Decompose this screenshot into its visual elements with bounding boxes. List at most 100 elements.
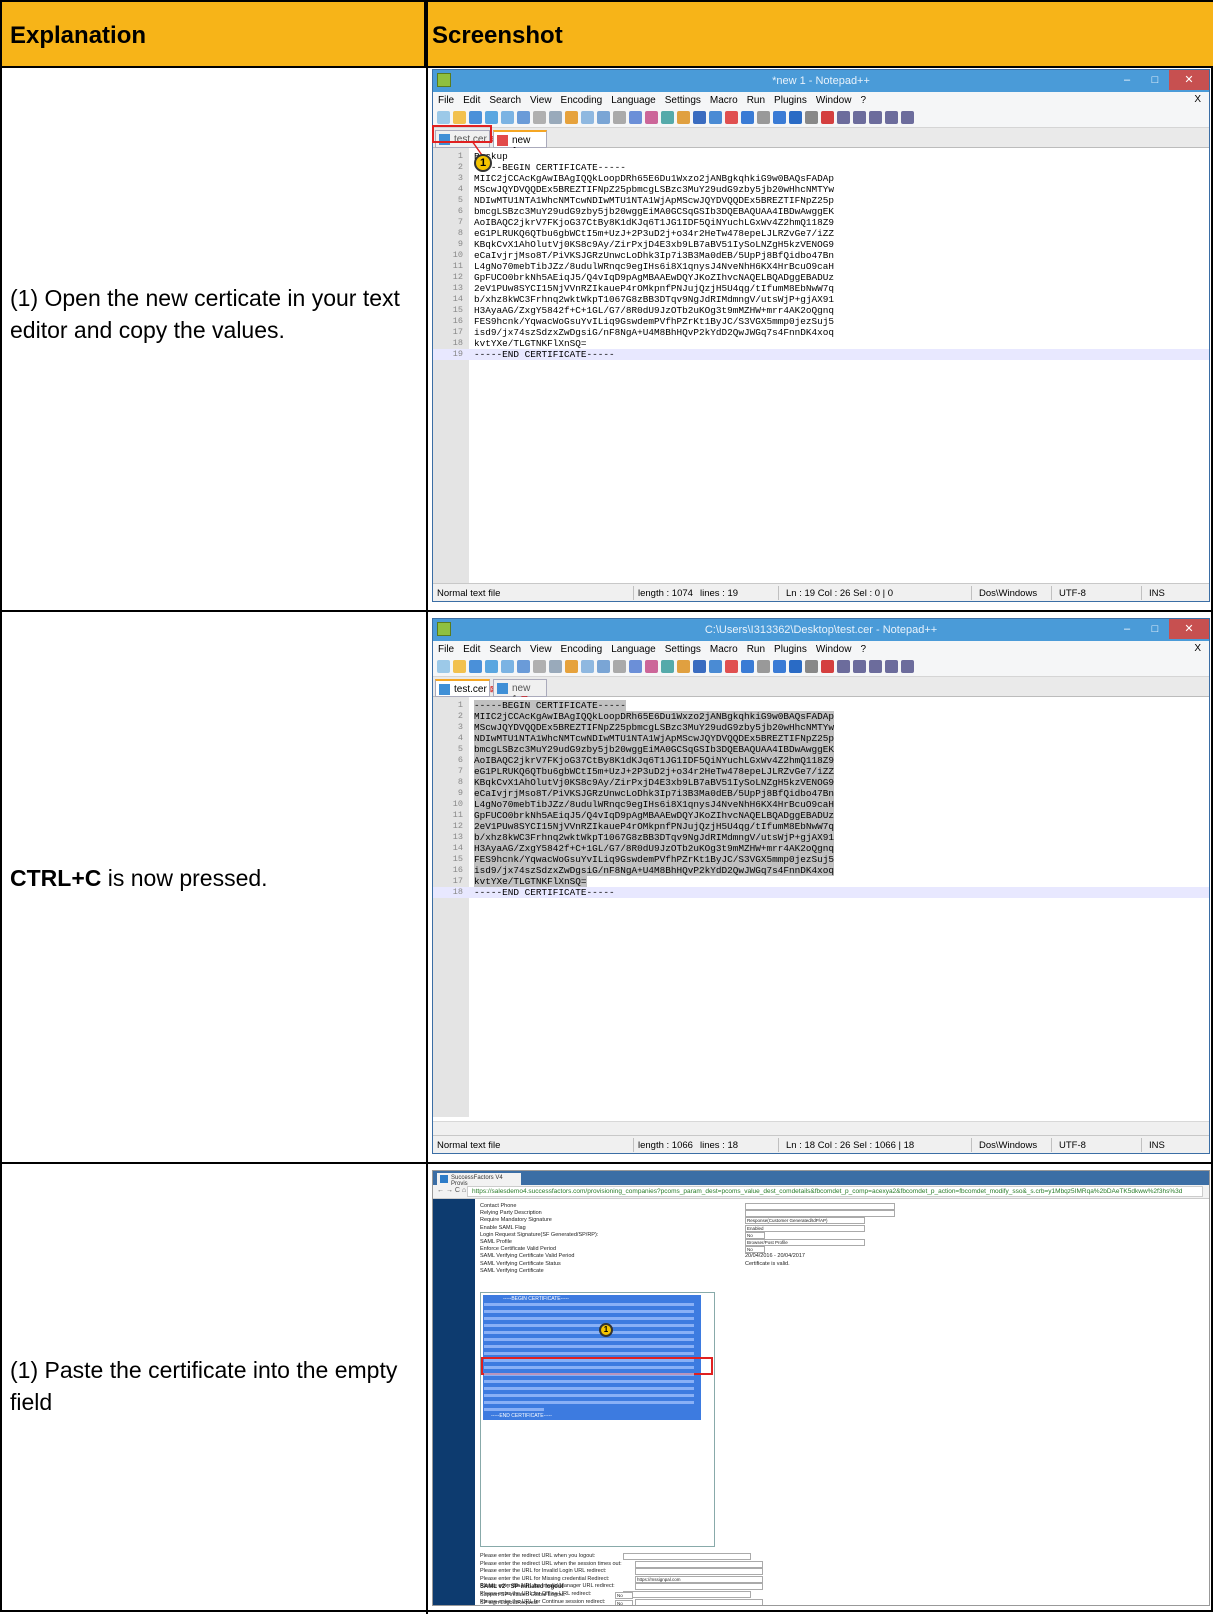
toolbar-button-icon[interactable] (549, 111, 562, 124)
menu-window[interactable]: Window (816, 95, 852, 106)
menu-settings[interactable]: Settings (665, 95, 701, 106)
toolbar-button-icon[interactable] (517, 111, 530, 124)
toolbar-button-icon[interactable] (885, 111, 898, 124)
toolbar-button-icon[interactable] (837, 111, 850, 124)
menu-help[interactable]: ? (860, 644, 866, 655)
toolbar-button-icon[interactable] (741, 111, 754, 124)
redirect-url-input[interactable] (623, 1553, 751, 1560)
toolbar-button-icon[interactable] (581, 111, 594, 124)
menu-view[interactable]: View (530, 95, 552, 106)
toolbar-button-icon[interactable] (757, 660, 770, 673)
toolbar-button-icon[interactable] (533, 660, 546, 673)
toolbar-button-icon[interactable] (821, 111, 834, 124)
menu-window[interactable]: Window (816, 644, 852, 655)
toolbar-button-icon[interactable] (805, 111, 818, 124)
close-document-button[interactable]: X (1194, 643, 1201, 654)
menu-macro[interactable]: Macro (710, 95, 738, 106)
toolbar-button-icon[interactable] (725, 660, 738, 673)
menu-language[interactable]: Language (611, 644, 656, 655)
menu-plugins[interactable]: Plugins (774, 644, 807, 655)
toolbar-button-icon[interactable] (789, 660, 802, 673)
redirect-url-input[interactable] (635, 1598, 763, 1605)
toolbar-button-icon[interactable] (645, 111, 658, 124)
menu-view[interactable]: View (530, 644, 552, 655)
tab-new-1[interactable]: new 1⊠ (493, 679, 547, 705)
minimize-button[interactable]: – (1113, 619, 1141, 639)
form-field-input[interactable] (745, 1210, 895, 1218)
form-field-select[interactable]: Response(Customer Generated/IdP/AP) (745, 1217, 865, 1225)
redirect-url-input[interactable] (623, 1591, 751, 1598)
toolbar-button-icon[interactable] (501, 660, 514, 673)
menu-settings[interactable]: Settings (665, 644, 701, 655)
toolbar-button-icon[interactable] (773, 111, 786, 124)
toolbar-button-icon[interactable] (661, 111, 674, 124)
menu-macro[interactable]: Macro (710, 644, 738, 655)
redirect-url-input[interactable] (635, 1568, 763, 1576)
menu-run[interactable]: Run (747, 95, 765, 106)
tab-new-1[interactable]: new 1⊠ (493, 130, 547, 157)
menu-encoding[interactable]: Encoding (561, 95, 603, 106)
form-field-select[interactable]: No (745, 1246, 765, 1254)
toolbar-button-icon[interactable] (469, 660, 482, 673)
toolbar-button-icon[interactable] (709, 111, 722, 124)
menu-edit[interactable]: Edit (463, 644, 480, 655)
toolbar-button-icon[interactable] (565, 111, 578, 124)
toolbar-button-icon[interactable] (485, 111, 498, 124)
menu-edit[interactable]: Edit (463, 95, 480, 106)
maximize-button[interactable]: □ (1141, 70, 1169, 90)
toolbar-button-icon[interactable] (565, 660, 578, 673)
menu-search[interactable]: Search (489, 95, 521, 106)
toolbar-button-icon[interactable] (533, 111, 546, 124)
browser-tab[interactable]: SuccessFactors V4 Provis (437, 1173, 521, 1187)
toolbar-button-icon[interactable] (485, 660, 498, 673)
toolbar-button-icon[interactable] (453, 660, 466, 673)
nav-buttons-icon[interactable]: ← → C ⌂ (437, 1187, 466, 1194)
toolbar-button-icon[interactable] (469, 111, 482, 124)
toolbar-button-icon[interactable] (645, 660, 658, 673)
text-editor[interactable]: 1 -----BEGIN CERTIFICATE----- 2 MIIC2jCCAcK… (433, 697, 1209, 1117)
form-field-select[interactable]: No (745, 1231, 765, 1239)
maximize-button[interactable]: □ (1141, 619, 1169, 639)
redirect-url-input[interactable] (635, 1583, 763, 1591)
redirect-url-input[interactable] (635, 1560, 763, 1568)
minimize-button[interactable]: – (1113, 70, 1141, 90)
toolbar-button-icon[interactable] (661, 660, 674, 673)
menu-plugins[interactable]: Plugins (774, 95, 807, 106)
toolbar-button-icon[interactable] (773, 660, 786, 673)
close-document-button[interactable]: X (1194, 94, 1201, 105)
toolbar-button-icon[interactable] (613, 660, 626, 673)
toolbar-button-icon[interactable] (501, 111, 514, 124)
toolbar-button-icon[interactable] (757, 111, 770, 124)
toolbar-button-icon[interactable] (437, 111, 450, 124)
logout-field-select[interactable]: No (615, 1592, 633, 1599)
toolbar-button-icon[interactable] (549, 660, 562, 673)
toolbar-button-icon[interactable] (901, 660, 914, 673)
toolbar-button-icon[interactable] (789, 111, 802, 124)
toolbar-button-icon[interactable] (725, 111, 738, 124)
horizontal-scrollbar[interactable] (433, 1121, 1209, 1135)
form-field-input[interactable] (745, 1203, 895, 1210)
form-field-select[interactable]: Enabled (745, 1224, 865, 1232)
toolbar-button-icon[interactable] (517, 660, 530, 673)
toolbar-button-icon[interactable] (693, 111, 706, 124)
redirect-url-input[interactable]: https://mssignpal.com (635, 1575, 763, 1583)
toolbar-button-icon[interactable] (837, 660, 850, 673)
logout-field-select[interactable]: No (615, 1599, 633, 1605)
toolbar-button-icon[interactable] (597, 111, 610, 124)
toolbar-button-icon[interactable] (693, 660, 706, 673)
menu-search[interactable]: Search (489, 644, 521, 655)
toolbar-button-icon[interactable] (677, 111, 690, 124)
url-field[interactable]: https://salesdemo4.successfactors.com/pr… (467, 1186, 1203, 1197)
menu-language[interactable]: Language (611, 95, 656, 106)
toolbar-button-icon[interactable] (853, 111, 866, 124)
toolbar-button-icon[interactable] (613, 111, 626, 124)
toolbar-button-icon[interactable] (901, 111, 914, 124)
toolbar-button-icon[interactable] (629, 111, 642, 124)
toolbar-button-icon[interactable] (437, 660, 450, 673)
certificate-textarea[interactable]: -----BEGIN CERTIFICATE----- -----END CER… (480, 1292, 715, 1547)
menu-file[interactable]: File (438, 95, 454, 106)
toolbar-button-icon[interactable] (581, 660, 594, 673)
menu-file[interactable]: File (438, 644, 454, 655)
toolbar-button-icon[interactable] (853, 660, 866, 673)
toolbar-button-icon[interactable] (821, 660, 834, 673)
